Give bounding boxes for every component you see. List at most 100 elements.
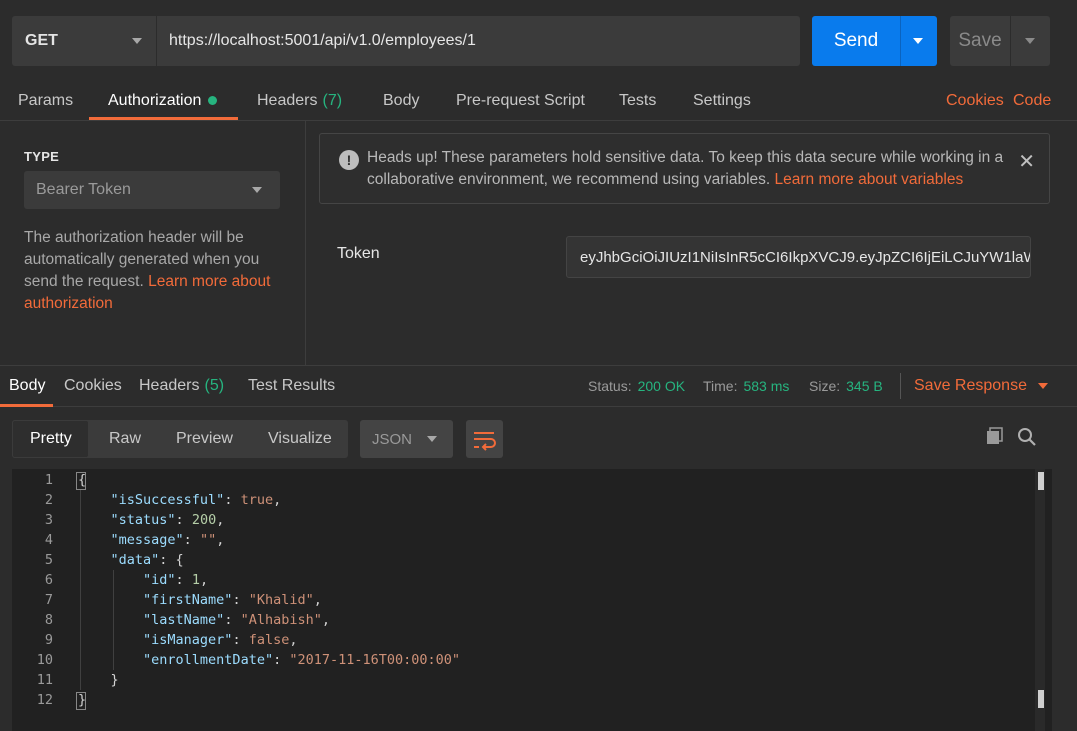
response-tab-test-results[interactable]: Test Results — [248, 365, 335, 407]
response-tab-body[interactable]: Body — [9, 365, 45, 407]
json-key: "isManager" — [143, 632, 233, 648]
save-response-button[interactable]: Save Response — [900, 373, 1048, 399]
time-value: 583 ms — [743, 378, 790, 394]
tab-label: Headers — [257, 91, 318, 109]
chevron-down-icon — [132, 38, 142, 44]
notice-text: Heads up! These parameters hold sensitiv… — [367, 147, 1007, 191]
chevron-down-icon — [913, 38, 923, 44]
response-tab-headers[interactable]: Headers (5) — [139, 365, 224, 407]
auth-description: The authorization header will be automat… — [24, 227, 294, 315]
format-select[interactable]: JSON — [360, 420, 453, 458]
link-label: Cookies — [946, 91, 1004, 109]
line-number: 7 — [44, 592, 53, 608]
tab-headers[interactable]: Headers (7) — [257, 80, 342, 121]
time-readout: Time: 583 ms — [703, 365, 789, 407]
json-key: "isSuccessful" — [110, 492, 225, 508]
json-value: "" — [199, 532, 217, 548]
url-input[interactable]: https://localhost:5001/api/v1.0/employee… — [156, 16, 800, 66]
tab-prerequest-script[interactable]: Pre-request Script — [456, 80, 585, 121]
json-value: "Alhabish" — [240, 612, 322, 628]
headers-count: (5) — [204, 377, 225, 394]
cookies-link[interactable]: Cookies — [946, 80, 1004, 121]
scrollbar-marker — [1038, 472, 1044, 490]
code-line: "isManager": false, — [143, 632, 298, 648]
line-number: 8 — [44, 612, 53, 628]
link-label: Code — [1013, 91, 1052, 109]
method-select[interactable]: GET — [12, 16, 156, 66]
search-icon[interactable] — [1017, 427, 1037, 447]
send-label: Send — [833, 30, 879, 51]
view-pretty-button[interactable]: Pretty — [30, 420, 72, 458]
save-options-button[interactable] — [1010, 16, 1050, 66]
line-number-gutter: 1 2 3 4 5 6 7 8 9 10 11 12 — [12, 470, 64, 710]
tab-label: Headers — [139, 377, 200, 394]
json-value: 1 — [191, 572, 200, 588]
status-dot-icon — [208, 96, 218, 105]
code-line: "firstName": "Khalid", — [143, 592, 322, 608]
view-label: Visualize — [268, 430, 332, 447]
token-input[interactable]: eyJhbGciOiJIUzI1NiIsInR5cCI6IkpXVCJ9.eyJ… — [566, 236, 1031, 278]
send-options-button[interactable] — [900, 16, 937, 66]
tab-label: Tests — [619, 91, 657, 109]
wrap-lines-icon — [474, 432, 496, 451]
save-label: Save — [958, 30, 1002, 51]
json-key: "id" — [143, 572, 176, 588]
json-key: "message" — [110, 532, 184, 548]
learn-more-variables-link[interactable]: Learn more about variables — [775, 171, 964, 188]
size-label: Size: — [809, 378, 841, 394]
tab-label: Authorization — [108, 91, 202, 109]
auth-type-select[interactable]: Bearer Token — [24, 171, 280, 209]
tab-label: Body — [9, 377, 46, 394]
json-key: "enrollmentDate" — [143, 652, 274, 668]
tab-body[interactable]: Body — [383, 80, 419, 121]
tab-params[interactable]: Params — [18, 80, 73, 121]
chevron-down-icon — [1037, 383, 1048, 389]
line-number: 4 — [44, 532, 53, 548]
view-raw-button[interactable]: Raw — [109, 420, 141, 458]
size-readout: Size: 345 B — [809, 365, 883, 407]
json-value: 200 — [191, 512, 217, 528]
chevron-down-icon — [427, 436, 437, 442]
time-label: Time: — [703, 378, 738, 394]
type-label: TYPE — [24, 149, 60, 164]
json-value: false — [248, 632, 290, 648]
line-number: 3 — [44, 512, 53, 528]
line-number: 10 — [36, 652, 53, 668]
tab-label: Settings — [693, 91, 751, 109]
token-value: eyJhbGciOiJIUzI1NiIsInR5cCI6IkpXVCJ9.eyJ… — [580, 248, 1031, 266]
copy-icon[interactable] — [986, 427, 1004, 445]
view-label: Preview — [176, 430, 233, 447]
code-line: "enrollmentDate": "2017-11-16T00:00:00" — [143, 652, 461, 668]
tab-label: Test Results — [248, 377, 336, 394]
send-button[interactable]: Send — [812, 16, 900, 66]
chevron-down-icon — [252, 187, 262, 193]
sensitive-data-notice: ! Heads up! These parameters hold sensit… — [319, 133, 1050, 204]
close-icon[interactable]: ✕ — [1018, 149, 1035, 174]
line-number: 12 — [36, 692, 53, 708]
code-link[interactable]: Code — [1013, 80, 1051, 121]
view-preview-button[interactable]: Preview — [176, 420, 233, 458]
view-label: Pretty — [30, 430, 72, 447]
wrap-lines-button[interactable] — [466, 420, 503, 458]
tab-tests[interactable]: Tests — [619, 80, 656, 121]
code-line: "status": 200, — [110, 512, 225, 528]
code-line: "id": 1, — [143, 572, 209, 588]
code-line: } — [78, 692, 87, 708]
save-button[interactable]: Save — [950, 16, 1010, 66]
tab-settings[interactable]: Settings — [693, 80, 751, 121]
format-value: JSON — [372, 430, 413, 448]
tab-authorization[interactable]: Authorization — [108, 80, 218, 121]
response-tab-cookies[interactable]: Cookies — [64, 365, 122, 407]
info-icon: ! — [339, 150, 359, 170]
json-value: "2017-11-16T00:00:00" — [289, 652, 461, 668]
json-key: "lastName" — [143, 612, 225, 628]
method-value: GET — [25, 32, 58, 49]
code-line: "data": { — [110, 552, 184, 568]
json-key: "status" — [110, 512, 176, 528]
url-value: https://localhost:5001/api/v1.0/employee… — [169, 32, 476, 49]
json-value: true — [240, 492, 274, 508]
active-tab-indicator — [0, 404, 53, 407]
line-number: 11 — [36, 672, 53, 688]
save-response-label: Save Response — [914, 377, 1027, 394]
view-visualize-button[interactable]: Visualize — [268, 420, 332, 458]
